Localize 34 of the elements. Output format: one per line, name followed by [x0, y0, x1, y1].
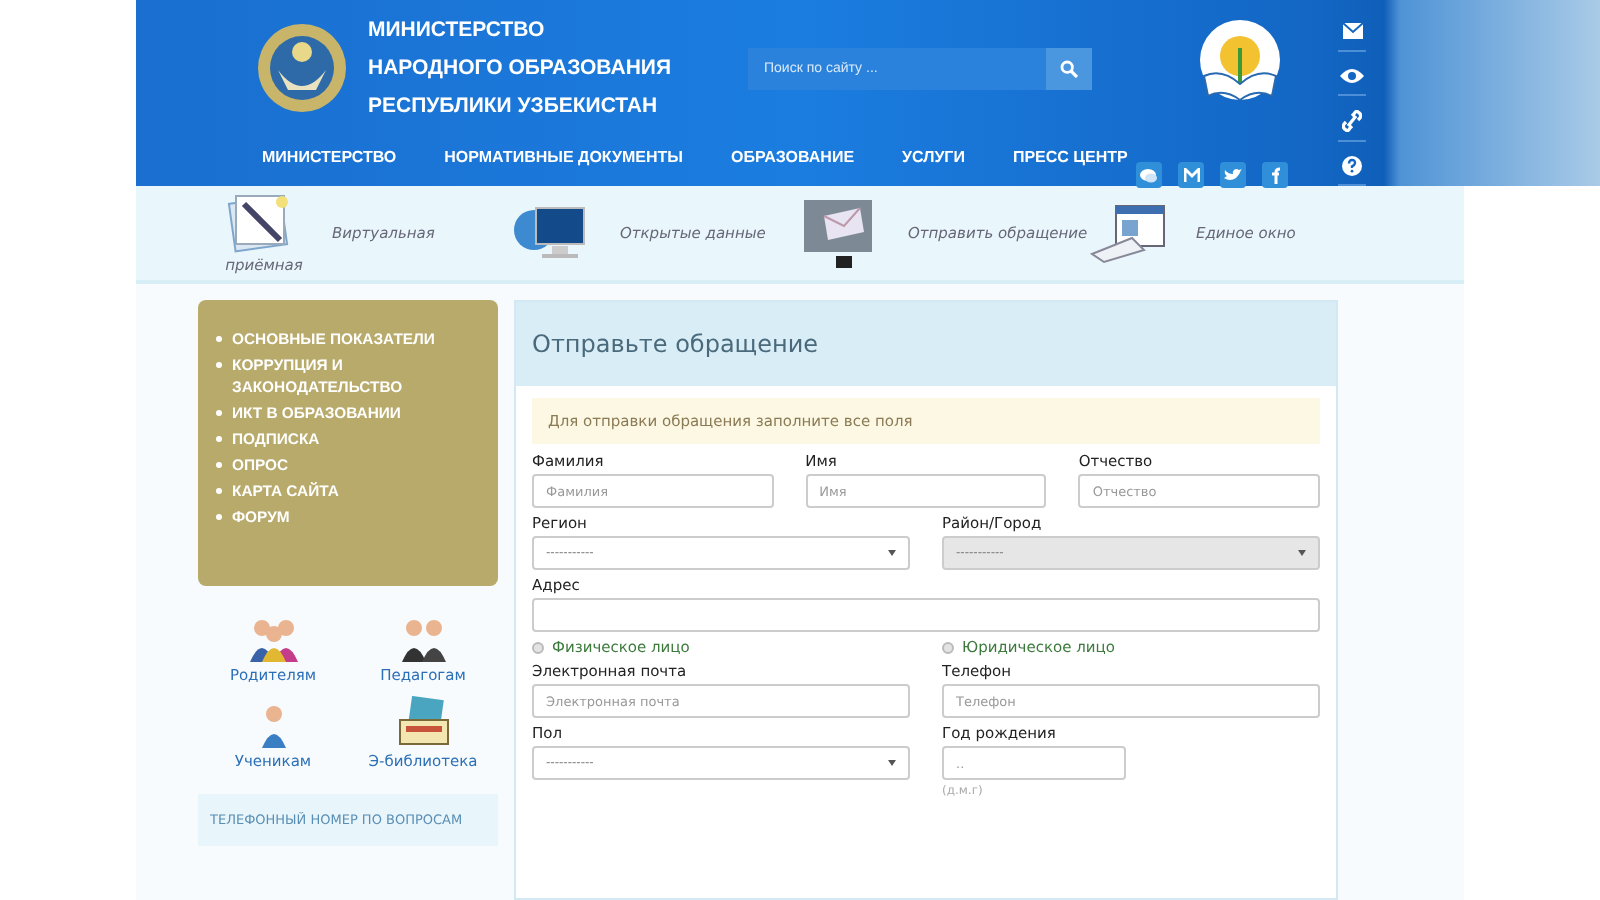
chat-icon	[1140, 167, 1158, 183]
search-icon	[1060, 59, 1078, 77]
search-button[interactable]	[1046, 47, 1092, 89]
nav-link[interactable]: ПРЕСС ЦЕНТР	[1012, 147, 1128, 165]
books-screen-icon	[393, 696, 453, 748]
caret-icon	[888, 550, 896, 556]
link-icon	[1342, 109, 1362, 132]
nav-link[interactable]: УСЛУГИ	[902, 147, 965, 165]
radio-button[interactable]	[532, 641, 544, 653]
social-button[interactable]	[1136, 162, 1162, 188]
bird-icon	[1224, 168, 1242, 182]
caret-icon	[1298, 550, 1306, 556]
input-field[interactable]	[532, 598, 1320, 632]
envelope-icon	[1341, 21, 1363, 40]
social-button[interactable]	[1262, 162, 1288, 188]
nav-link[interactable]: ОБРАЗОВАНИЕ	[731, 147, 855, 165]
m-letter-icon	[1183, 168, 1199, 182]
tool-button[interactable]	[1338, 16, 1366, 51]
tool-button[interactable]	[1338, 106, 1366, 141]
social-button[interactable]	[1178, 162, 1204, 188]
help-icon	[1342, 155, 1362, 176]
emblem-icon	[256, 22, 348, 114]
site-title: НАРОДНОГО ОБРАЗОВАНИЯ	[368, 54, 673, 84]
form-title: Отправьте обращение	[516, 302, 1336, 386]
browser-window-icon	[1088, 201, 1168, 265]
site-title: РЕСПУБЛИКИ УЗБЕКИСТАН	[368, 92, 660, 122]
f-letter-icon	[1270, 166, 1280, 184]
site-title: МИНИСТЕРСТВО	[368, 16, 547, 46]
nav-link[interactable]: НОРМАТИВНЫЕ ДОКУМЕНТЫ	[444, 147, 683, 165]
eye-icon	[1340, 67, 1364, 84]
radio-button[interactable]	[942, 641, 954, 653]
nav-link[interactable]: МИНИСТЕРСТВО	[262, 147, 397, 165]
caret-icon	[888, 760, 896, 766]
social-button[interactable]	[1220, 162, 1246, 188]
